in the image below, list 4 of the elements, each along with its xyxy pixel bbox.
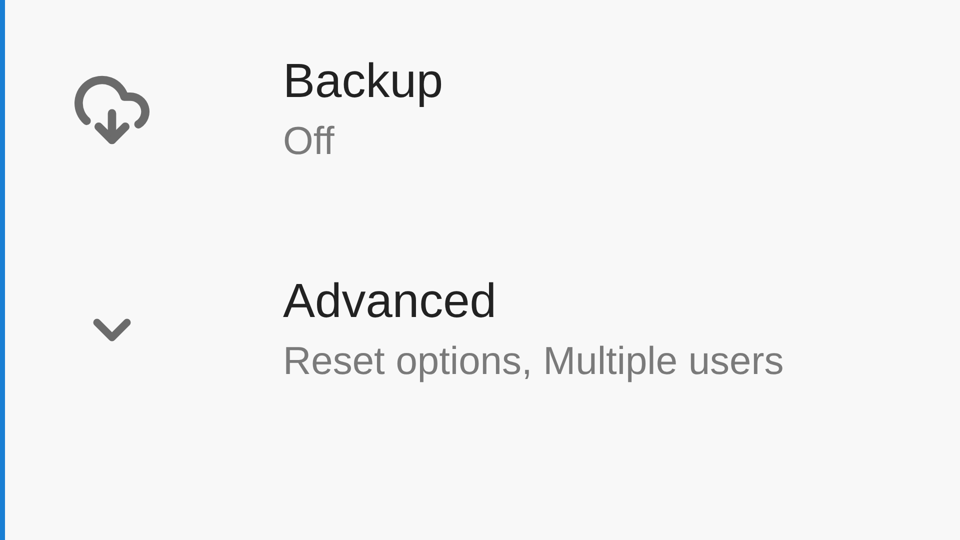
setting-title: Backup bbox=[283, 54, 444, 110]
setting-title: Advanced bbox=[283, 274, 498, 330]
setting-summary: Off bbox=[283, 119, 336, 165]
setting-summary: Reset options, Multiple users bbox=[283, 339, 784, 385]
